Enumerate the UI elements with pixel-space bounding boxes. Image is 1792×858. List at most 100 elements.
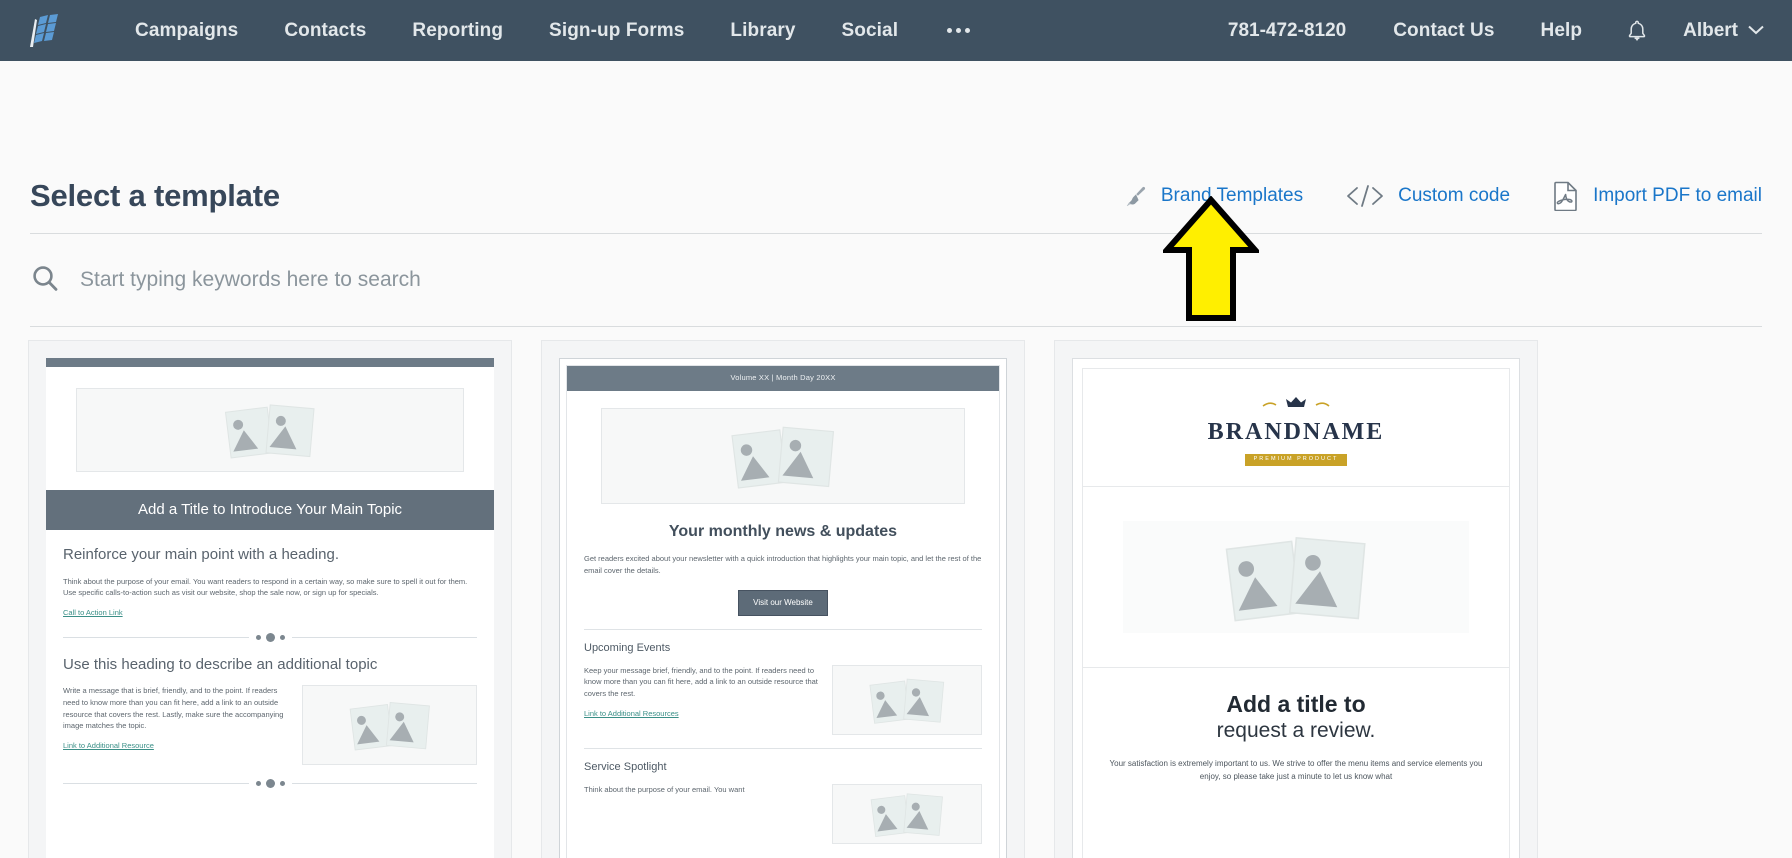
template-section-paragraph-2: Think about the purpose of your email. Y…: [584, 784, 745, 794]
notifications-bell-icon[interactable]: [1605, 19, 1669, 43]
template-button-row: Visit our Website: [584, 590, 982, 616]
brand-templates-button[interactable]: Brand Templates: [1124, 184, 1303, 208]
header-actions: Brand Templates Custom code Import PDF t…: [1082, 181, 1762, 233]
search-row: [30, 234, 1762, 326]
template-grid: Add a Title to Introduce Your Main Topic…: [0, 340, 1792, 858]
crown-icon: [1261, 397, 1331, 413]
import-pdf-button[interactable]: Import PDF to email: [1552, 181, 1762, 211]
search-divider: [30, 326, 1762, 327]
image-placeholder-icon: [601, 407, 965, 504]
nav-item-library[interactable]: Library: [707, 20, 818, 42]
code-icon: [1345, 184, 1385, 208]
template-paragraph: Think about the purpose of your email. Y…: [63, 576, 468, 598]
template-card[interactable]: Volume XX | Month Day 20XX Your monthly …: [541, 340, 1025, 858]
template-title-banner: Add a Title to Introduce Your Main Topic: [46, 490, 494, 530]
template-section-row: Keep your message brief, friendly, and t…: [584, 664, 982, 735]
template-body: Reinforce your main point with a heading…: [46, 530, 494, 789]
nav-item-social[interactable]: Social: [819, 20, 922, 42]
template-section-text: Keep your message brief, friendly, and t…: [584, 665, 819, 735]
divider-dot: [255, 634, 261, 640]
nav-item-contacts[interactable]: Contacts: [261, 20, 389, 42]
template-brand-tagline: PREMIUM PRODUCT: [1244, 454, 1348, 467]
template-thumbnail: BRANDNAME PREMIUM PRODUCT Add a title to…: [1072, 358, 1520, 858]
paintbrush-icon: [1124, 184, 1148, 208]
template-top-bar: [46, 358, 494, 367]
template-two-column-row: Write a message that is brief, friendly,…: [63, 685, 477, 766]
template-cta-button: Visit our Website: [738, 590, 828, 616]
image-placeholder-icon: [832, 783, 982, 844]
page-header-row: Select a template Brand Templates Custom…: [0, 61, 1792, 233]
template-section-divider-2: [63, 779, 477, 789]
template-thumbnail: Add a Title to Introduce Your Main Topic…: [46, 358, 494, 858]
brand-templates-label: Brand Templates: [1160, 185, 1304, 206]
template-card[interactable]: Add a Title to Introduce Your Main Topic…: [28, 340, 512, 858]
divider-dot: [279, 634, 285, 640]
divider-line-right: [291, 783, 477, 785]
template-section-paragraph: Keep your message brief, friendly, and t…: [584, 665, 818, 699]
template-section-divider: [63, 632, 477, 642]
custom-code-button[interactable]: Custom code: [1345, 184, 1510, 208]
template-masthead: Volume XX | Month Day 20XX: [567, 366, 999, 391]
chevron-down-icon: [1748, 22, 1764, 40]
page-body: Select a template Brand Templates Custom…: [0, 61, 1792, 858]
user-menu[interactable]: Albert: [1669, 20, 1768, 42]
divider-dots: [249, 779, 292, 789]
nav-item-reporting[interactable]: Reporting: [389, 20, 526, 42]
template-title-bold: Add a title to: [1226, 691, 1366, 718]
template-paragraph: Your satisfaction is extremely important…: [1109, 759, 1483, 781]
image-placeholder-icon: [302, 685, 477, 766]
support-phone-number[interactable]: 781-472-8120: [1204, 20, 1370, 42]
primary-nav-links: Campaigns Contacts Reporting Sign-up For…: [112, 20, 996, 42]
search-input[interactable]: [80, 268, 1762, 292]
template-hero-image-wrap: [1083, 487, 1509, 669]
template-frame-inner: Volume XX | Month Day 20XX Your monthly …: [566, 365, 1000, 858]
template-frame-outer: BRANDNAME PREMIUM PRODUCT Add a title to…: [1072, 358, 1520, 858]
user-name-label: Albert: [1683, 19, 1738, 41]
divider-dot: [265, 632, 275, 642]
nav-item-contact-us[interactable]: Contact Us: [1370, 20, 1517, 42]
search-icon: [30, 263, 60, 298]
divider-dots: [249, 632, 292, 642]
image-placeholder-icon: [76, 388, 464, 472]
nav-item-help[interactable]: Help: [1518, 20, 1606, 42]
nav-item-campaigns[interactable]: Campaigns: [112, 20, 261, 42]
template-brand-header: BRANDNAME PREMIUM PRODUCT: [1083, 369, 1509, 488]
divider-line-left: [63, 636, 249, 638]
more-menu-icon[interactable]: [921, 28, 996, 33]
template-card[interactable]: BRANDNAME PREMIUM PRODUCT Add a title to…: [1054, 340, 1538, 858]
template-frame-inner: BRANDNAME PREMIUM PRODUCT Add a title to…: [1082, 368, 1510, 858]
template-hero-image-wrap: [567, 391, 999, 514]
top-navigation-bar: Campaigns Contacts Reporting Sign-up For…: [0, 0, 1792, 61]
template-cta-link: Call to Action Link: [63, 607, 123, 617]
template-heading: Reinforce your main point with a heading…: [63, 545, 339, 563]
template-brand-name: BRANDNAME: [1207, 418, 1385, 445]
custom-code-label: Custom code: [1398, 185, 1511, 206]
divider-dot: [279, 781, 285, 787]
template-column-text: Write a message that is brief, friendly,…: [63, 685, 290, 765]
image-placeholder-icon: [832, 664, 982, 735]
secondary-nav-links: 781-472-8120 Contact Us Help Albert: [1204, 19, 1768, 43]
template-section-row-2: Think about the purpose of your email. Y…: [584, 783, 982, 844]
template-hero-image-wrap: [46, 367, 494, 490]
template-section-title-2: Service Spotlight: [584, 760, 667, 773]
template-rule: [584, 628, 982, 630]
template-paragraph: Get readers excited about your newslette…: [584, 554, 982, 575]
import-pdf-label: Import PDF to email: [1593, 185, 1762, 206]
template-title: Add a title to request a review.: [1083, 668, 1509, 744]
divider-line-left: [63, 783, 249, 785]
image-placeholder-icon: [1123, 521, 1469, 634]
divider-dot: [265, 779, 275, 789]
constant-contact-logo[interactable]: [28, 13, 74, 48]
template-paragraph-2: Write a message that is brief, friendly,…: [63, 686, 284, 731]
template-section-link: Link to Additional Resources: [584, 708, 679, 718]
template-rule-2: [584, 747, 982, 749]
template-thumbnail: Volume XX | Month Day 20XX Your monthly …: [559, 358, 1007, 858]
template-heading-2: Use this heading to describe an addition…: [63, 655, 378, 673]
nav-item-signup-forms[interactable]: Sign-up Forms: [526, 20, 707, 42]
template-section-text-2: Think about the purpose of your email. Y…: [584, 784, 819, 844]
template-frame-outer: Volume XX | Month Day 20XX Your monthly …: [559, 358, 1007, 858]
template-heading: Your monthly news & updates: [668, 522, 898, 540]
divider-dot: [255, 781, 261, 787]
template-body: Get readers excited about your newslette…: [567, 553, 999, 844]
divider-line-right: [291, 636, 477, 638]
